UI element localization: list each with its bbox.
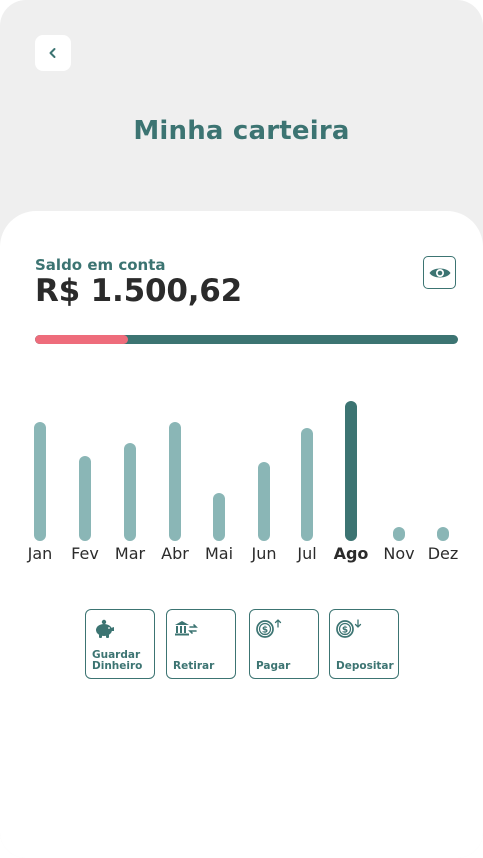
chart-column-abr[interactable]: Abr [150, 381, 200, 581]
retirar-button[interactable]: Retirar [166, 609, 236, 679]
wallet-screen: Minha carteira Saldo em conta R$ 1.500,6… [0, 0, 483, 858]
chart-bar-ago [345, 401, 357, 541]
balance-progress-bar [35, 335, 458, 344]
balance-value: R$ 1.500,62 [35, 273, 243, 309]
chart-bar-abr [169, 422, 181, 541]
month-label-mai: Mai [204, 544, 234, 563]
svg-text:$: $ [262, 626, 268, 636]
wallet-card: Saldo em conta R$ 1.500,62 Jan Fev Mar Abr M… [0, 211, 483, 858]
page-title: Minha carteira [133, 116, 350, 146]
month-label-jul: Jul [297, 544, 317, 563]
chart-column-dez[interactable]: Dez [418, 381, 468, 581]
chart-bar-dez [437, 527, 449, 541]
back-button[interactable] [35, 35, 71, 71]
action-label: Retirar [173, 660, 215, 672]
chart-column-nov[interactable]: Nov [374, 381, 424, 581]
chart-column-jan[interactable]: Jan [15, 381, 65, 581]
coin-up-icon: $ [256, 618, 282, 640]
eye-icon [429, 268, 450, 277]
action-label: Guardar Dinheiro [92, 649, 143, 672]
month-label-dez: Dez [427, 544, 459, 563]
month-label-nov: Nov [383, 544, 415, 563]
balance-label: Saldo em conta [35, 256, 166, 274]
chart-bar-mai [213, 493, 225, 541]
monthly-bar-chart: Jan Fev Mar Abr Mai Jun Jul Ago Nov Dez [0, 381, 483, 581]
progress-fill [35, 335, 129, 344]
chart-column-mar[interactable]: Mar [105, 381, 155, 581]
chart-bar-nov [393, 527, 405, 541]
bank-transfer-icon [173, 618, 199, 640]
action-label: Depositar [336, 660, 394, 672]
pagar-button[interactable]: $ Pagar [249, 609, 319, 679]
month-label-mar: Mar [114, 544, 146, 563]
chart-bar-jun [258, 462, 270, 541]
piggy-bank-icon [92, 618, 118, 640]
chart-bar-jan [34, 422, 46, 541]
depositar-button[interactable]: $ Depositar [329, 609, 399, 679]
month-label-jan: Jan [27, 544, 53, 563]
toggle-balance-visibility-button[interactable] [423, 256, 456, 289]
chart-column-jul[interactable]: Jul [282, 381, 332, 581]
month-label-ago: Ago [333, 544, 369, 563]
guardar-dinheiro-button[interactable]: Guardar Dinheiro [85, 609, 155, 679]
chart-column-ago[interactable]: Ago [326, 381, 376, 581]
month-label-abr: Abr [161, 544, 189, 563]
chart-bar-mar [124, 443, 136, 541]
chart-column-mai[interactable]: Mai [194, 381, 244, 581]
chevron-left-icon [49, 48, 56, 58]
chart-bar-fev [79, 456, 91, 541]
svg-text:$: $ [342, 626, 348, 636]
chart-column-fev[interactable]: Fev [60, 381, 110, 581]
action-label: Pagar [256, 660, 291, 672]
coin-down-icon: $ [336, 618, 362, 640]
chart-bar-jul [301, 428, 313, 541]
month-label-fev: Fev [71, 544, 99, 563]
